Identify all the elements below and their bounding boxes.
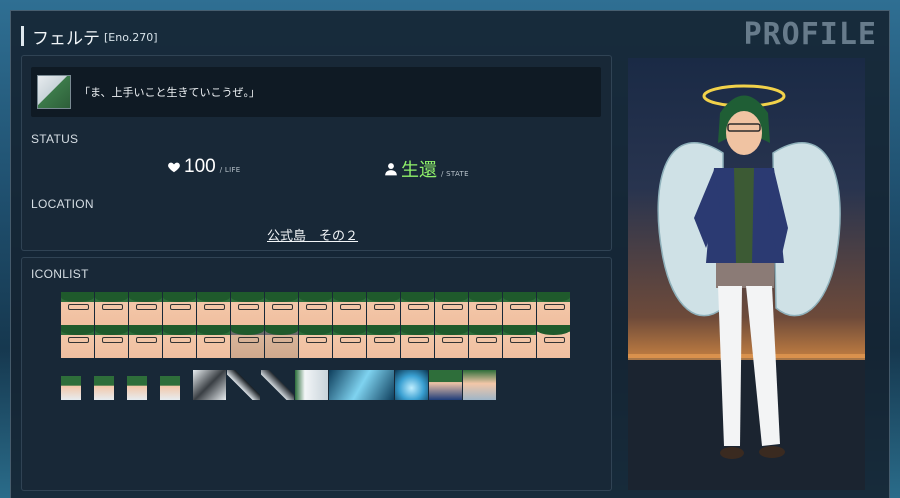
face-icon[interactable] (61, 292, 94, 325)
icon-row-3 (61, 366, 571, 400)
quote-avatar (37, 75, 71, 109)
location-link[interactable]: 公式島 その２ (267, 225, 358, 244)
title-bar: フェルテ [Eno.270] (21, 25, 158, 49)
sword-icon[interactable] (227, 370, 260, 400)
chibi-wing-icon[interactable] (463, 370, 496, 400)
face-icon[interactable] (95, 325, 128, 358)
person-icon (385, 163, 397, 176)
state-stat: 生還 / STATE (384, 156, 469, 182)
face-icon[interactable] (435, 292, 468, 325)
face-icon[interactable] (469, 292, 502, 325)
mini-face-icon[interactable] (61, 376, 81, 400)
life-stat: 100 / LIFE (167, 156, 241, 178)
character-portrait (628, 58, 865, 490)
face-icon[interactable] (537, 325, 570, 358)
profile-heading: PROFILE (743, 17, 877, 52)
face-icon[interactable] (435, 325, 468, 358)
face-icon[interactable] (197, 292, 230, 325)
status-panel: 「ま、上手いこと生きていこうぜ。」 STATUS 100 / LIFE 生還 /… (21, 55, 612, 251)
eno-number: [Eno.270] (104, 31, 158, 44)
state-value: 生還 (401, 160, 437, 181)
face-icon[interactable] (231, 292, 264, 325)
face-icon[interactable] (231, 325, 264, 358)
status-row: 100 / LIFE 生還 / STATE (22, 156, 611, 182)
mini-face-icon[interactable] (127, 376, 147, 400)
quote-box: 「ま、上手いこと生きていこうぜ。」 (31, 67, 601, 117)
face-icon[interactable] (503, 292, 536, 325)
title-accent (21, 26, 24, 46)
wave-icon[interactable] (329, 370, 394, 400)
face-icon[interactable] (163, 325, 196, 358)
wing-icon[interactable] (295, 370, 328, 400)
face-icon[interactable] (265, 292, 298, 325)
splash-icon[interactable] (395, 370, 428, 400)
face-icon[interactable] (367, 325, 400, 358)
face-icon[interactable] (95, 292, 128, 325)
chibi-icon[interactable] (429, 370, 462, 400)
life-unit: / LIFE (219, 166, 241, 174)
state-unit: / STATE (441, 170, 469, 178)
iconlist-panel: ICONLIST (21, 257, 612, 491)
portrait-illustration (628, 84, 865, 490)
face-icon[interactable] (469, 325, 502, 358)
face-icon[interactable] (299, 292, 332, 325)
face-icon[interactable] (265, 325, 298, 358)
character-name: フェルテ (32, 28, 100, 49)
icon-row-2 (61, 325, 571, 358)
location-label: LOCATION (31, 197, 94, 211)
heart-icon (168, 162, 180, 173)
face-icon[interactable] (129, 292, 162, 325)
face-icon[interactable] (197, 325, 230, 358)
face-icon[interactable] (163, 292, 196, 325)
face-icon[interactable] (401, 325, 434, 358)
mini-face-icon[interactable] (160, 376, 180, 400)
face-icon[interactable] (333, 292, 366, 325)
face-icon[interactable] (333, 325, 366, 358)
icon-row-1 (61, 292, 571, 325)
face-icon[interactable] (367, 292, 400, 325)
face-icon[interactable] (299, 325, 332, 358)
face-icon[interactable] (537, 292, 570, 325)
status-label: STATUS (31, 132, 79, 146)
life-value: 100 (184, 156, 216, 177)
icon-grid (61, 292, 571, 400)
quote-text: 「ま、上手いこと生きていこうぜ。」 (79, 86, 261, 99)
face-icon[interactable] (129, 325, 162, 358)
face-icon[interactable] (61, 325, 94, 358)
mini-face-icon[interactable] (94, 376, 114, 400)
iconlist-label: ICONLIST (31, 267, 89, 281)
face-icon[interactable] (401, 292, 434, 325)
blade-icon[interactable] (261, 370, 294, 400)
scythe-icon[interactable] (193, 370, 226, 400)
face-icon[interactable] (503, 325, 536, 358)
